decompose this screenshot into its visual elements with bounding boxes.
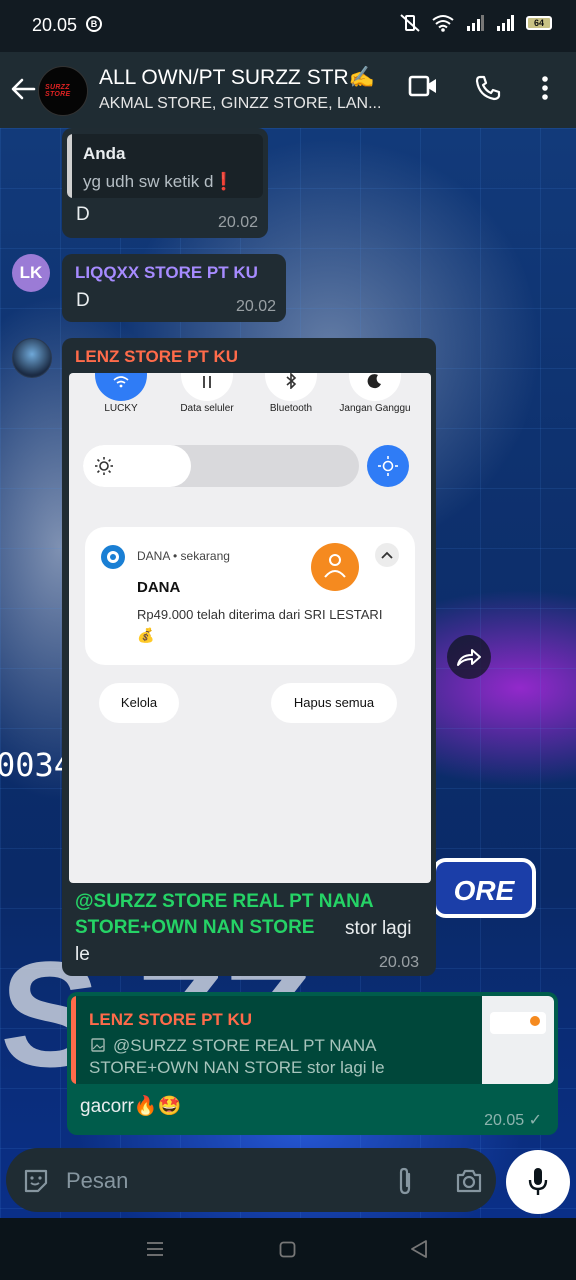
message-input[interactable]: Pesan bbox=[66, 1168, 128, 1194]
quote-sender: LENZ STORE PT KU bbox=[89, 1010, 253, 1029]
wifi-icon bbox=[432, 15, 454, 32]
message-text: stor lagi bbox=[345, 918, 412, 939]
message-bubble[interactable]: Anda yg udh sw ketik d❗ D 20.02 bbox=[62, 128, 268, 238]
quoted-message[interactable]: LENZ STORE PT KU @SURZZ STORE REAL PT NA… bbox=[71, 996, 554, 1084]
notification-b-icon: B bbox=[86, 16, 102, 32]
mention-text[interactable]: STORE+OWN NAN STORE bbox=[75, 917, 314, 939]
message-text: le bbox=[75, 944, 90, 965]
wifi-icon bbox=[113, 376, 129, 388]
notif-body: Rp49.000 telah diterima dari SRI LESTARI bbox=[137, 607, 383, 622]
quoted-message[interactable]: Anda yg udh sw ketik d❗ bbox=[67, 134, 263, 198]
sender-avatar[interactable] bbox=[12, 338, 52, 378]
dana-transfer-icon bbox=[311, 543, 359, 591]
mention-text[interactable]: @SURZZ STORE REAL PT NANA bbox=[75, 891, 374, 913]
avatar-logo-text: SURZZ STORE bbox=[45, 84, 71, 98]
status-icons: 64 bbox=[400, 14, 552, 32]
qs-dnd-label: Jangan Ganggu bbox=[339, 403, 411, 414]
message-sender[interactable]: LIQQXX STORE PT KU bbox=[75, 263, 258, 283]
more-options-icon[interactable] bbox=[538, 74, 552, 102]
forward-icon bbox=[457, 649, 481, 666]
sticker-icon[interactable] bbox=[22, 1167, 50, 1195]
sender-avatar[interactable]: LK bbox=[12, 254, 50, 292]
message-time: 20.02 bbox=[235, 298, 276, 315]
microphone-icon bbox=[528, 1168, 548, 1195]
group-avatar[interactable]: SURZZ STORE bbox=[38, 66, 88, 116]
quote-text: STORE+OWN NAN STORE stor lagi le bbox=[89, 1058, 385, 1077]
quote-sender: Anda bbox=[83, 144, 126, 163]
recent-apps-icon[interactable] bbox=[146, 1241, 164, 1257]
moon-icon bbox=[367, 374, 381, 389]
qs-data-label: Data seluler bbox=[180, 403, 234, 414]
chat-area[interactable]: 0034 ORE S ZZ Anda yg udh sw ketik d❗ D … bbox=[0, 128, 576, 1218]
photo-icon bbox=[91, 1038, 105, 1052]
status-bar: 20.05 B 64 bbox=[0, 0, 576, 52]
data-arrows-icon bbox=[203, 376, 211, 388]
notif-title: DANA bbox=[137, 579, 181, 596]
chevron-up-icon bbox=[375, 543, 399, 567]
chat-header: SURZZ STORE ALL OWN/PT SURZZ STR✍️ AKMAL… bbox=[0, 52, 576, 128]
battery-icon: 64 bbox=[526, 16, 552, 30]
qs-dnd-tile bbox=[349, 373, 401, 401]
video-call-icon[interactable] bbox=[408, 74, 438, 98]
message-text: D bbox=[76, 204, 90, 225]
quote-bar bbox=[67, 134, 72, 198]
qs-bluetooth-tile bbox=[265, 373, 317, 401]
phone-call-icon[interactable] bbox=[474, 74, 502, 102]
message-input-bar[interactable]: Pesan bbox=[6, 1148, 496, 1212]
quote-bar bbox=[71, 996, 76, 1084]
forward-button[interactable] bbox=[447, 635, 491, 679]
system-nav-bar bbox=[0, 1218, 576, 1280]
manage-button: Kelola bbox=[99, 683, 179, 723]
attachment-icon[interactable] bbox=[394, 1166, 416, 1196]
voice-record-button[interactable] bbox=[506, 1150, 570, 1214]
message-time: 20.03 bbox=[379, 954, 420, 971]
sun-icon bbox=[95, 457, 113, 475]
message-bubble[interactable]: LIQQXX STORE PT KU D 20.02 bbox=[62, 254, 286, 322]
camera-icon[interactable] bbox=[455, 1168, 483, 1194]
clear-all-button: Hapus semua bbox=[271, 683, 397, 723]
group-title[interactable]: ALL OWN/PT SURZZ STR✍️ bbox=[99, 66, 375, 90]
bluetooth-icon bbox=[286, 373, 297, 389]
message-image[interactable]: LUCKY Data seluler Bluetooth Jangan Gang… bbox=[69, 373, 431, 883]
dana-app-icon bbox=[101, 545, 125, 569]
signal-1-icon bbox=[467, 15, 484, 31]
status-time: 20.05 bbox=[32, 15, 78, 35]
brightness-slider bbox=[83, 445, 359, 487]
quote-text: yg udh sw ketik d❗ bbox=[83, 172, 235, 191]
quote-thumbnail bbox=[482, 996, 554, 1084]
qs-wifi-label: LUCKY bbox=[104, 403, 138, 414]
auto-brightness-button bbox=[367, 445, 409, 487]
qs-wifi-tile bbox=[95, 373, 147, 401]
notif-app-name: DANA • sekarang bbox=[137, 549, 230, 563]
vibrate-off-icon bbox=[400, 14, 420, 32]
home-icon[interactable] bbox=[279, 1241, 296, 1258]
message-time: 20.05 ✓ bbox=[484, 1112, 542, 1129]
auto-brightness-icon bbox=[378, 456, 398, 476]
quote-text: @SURZZ STORE REAL PT NANA bbox=[113, 1036, 377, 1055]
qs-bluetooth-label: Bluetooth bbox=[269, 403, 313, 414]
back-nav-icon[interactable] bbox=[410, 1240, 428, 1258]
message-time: 20.02 bbox=[217, 214, 258, 231]
message-text: D bbox=[76, 290, 90, 311]
message-sender[interactable]: LENZ STORE PT KU bbox=[75, 347, 238, 367]
message-text: gacorr🔥🤩 bbox=[80, 1096, 182, 1117]
group-members[interactable]: AKMAL STORE, GINZZ STORE, LAN... bbox=[99, 95, 381, 113]
back-arrow-icon[interactable] bbox=[10, 76, 36, 102]
dana-notification: DANA • sekarang DANA Rp49.000 telah dite… bbox=[85, 527, 415, 665]
signal-2-icon bbox=[497, 15, 514, 31]
notif-emoji: 💰 bbox=[137, 627, 155, 643]
outgoing-message-bubble[interactable]: LENZ STORE PT KU @SURZZ STORE REAL PT NA… bbox=[67, 992, 558, 1135]
wallpaper-store-badge: ORE bbox=[432, 858, 536, 918]
qs-data-tile bbox=[181, 373, 233, 401]
